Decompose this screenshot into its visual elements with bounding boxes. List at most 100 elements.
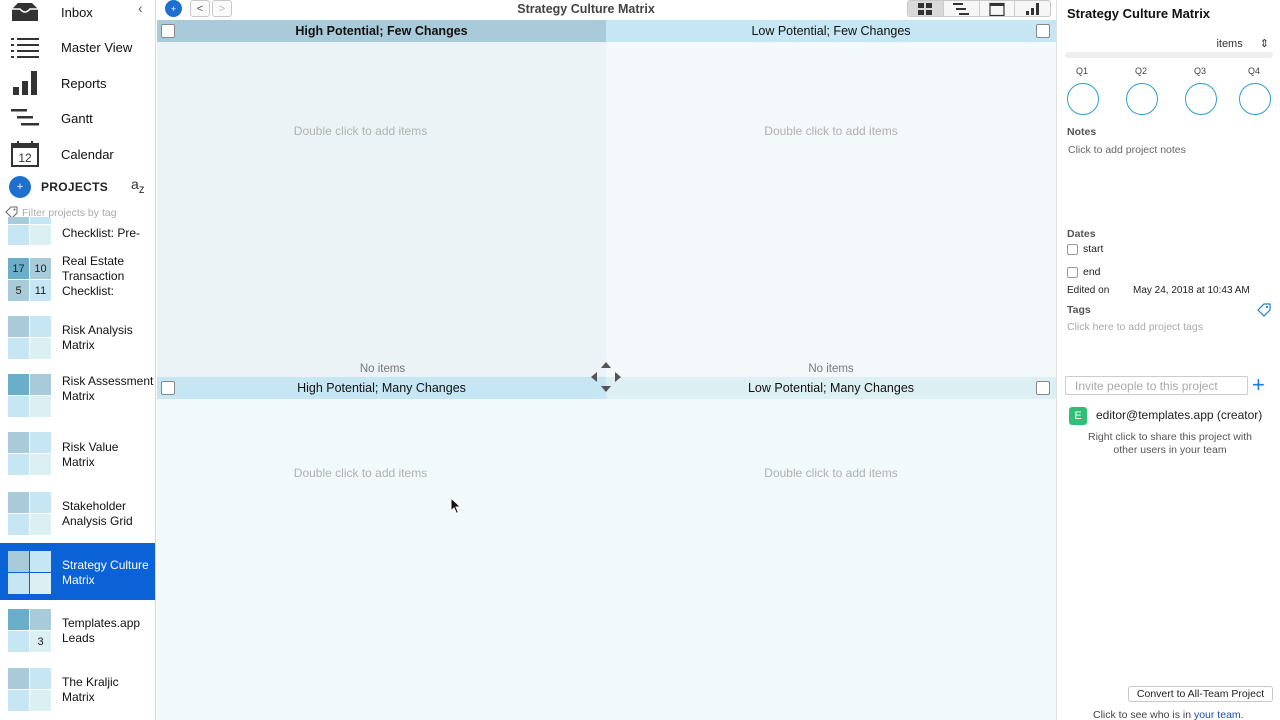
chevron-updown-icon: ⇕ [1259, 38, 1269, 50]
dates-label: Dates [1067, 228, 1096, 240]
nav-calendar[interactable]: 12 Calendar [0, 137, 155, 171]
q1-label: Q1 [1075, 66, 1088, 76]
project-thumbnail [8, 432, 51, 475]
quadrant-q4-checkbox[interactable] [1036, 381, 1050, 395]
quadrant-q1-title: High Potential; Few Changes [295, 24, 468, 38]
nav-gantt[interactable]: Gantt [0, 101, 155, 135]
items-select[interactable]: items ⇕ [1169, 37, 1269, 50]
inbox-icon [10, 0, 40, 26]
project-name: Real Estate Transaction Checklist: [62, 254, 125, 298]
quadrant-q2-hint: Double click to add items [764, 124, 898, 138]
nav-master-view[interactable]: Master View [0, 30, 155, 64]
project-name: Stakeholder Analysis Grid [62, 499, 133, 528]
convert-team-button[interactable]: Convert to All-Team Project [1128, 686, 1273, 702]
nav-master-view-label: Master View [61, 39, 133, 55]
q4-label: Q4 [1247, 66, 1260, 76]
end-date-checkbox[interactable] [1067, 267, 1078, 278]
tags-input[interactable]: Click here to add project tags [1067, 321, 1203, 333]
quadrant-q1-checkbox[interactable] [161, 24, 175, 38]
quadrant-q2-title: Low Potential; Few Changes [751, 24, 911, 38]
q3-label: Q3 [1193, 66, 1206, 76]
project-thumbnail [8, 668, 51, 711]
project-name: Checklist: Pre- [62, 226, 141, 240]
nav-reports[interactable]: Reports [0, 66, 155, 100]
project-thumbnail [8, 374, 51, 417]
calendar-icon: 12 [10, 140, 40, 168]
project-item[interactable]: Risk Assessment Matrix [0, 367, 155, 424]
mouse-cursor-icon [450, 496, 462, 518]
quadrant-q3[interactable]: High Potential; Many Changes Double clic… [157, 377, 606, 720]
start-date-checkbox[interactable] [1067, 244, 1078, 255]
quadrant-q2-checkbox[interactable] [1036, 24, 1050, 38]
project-item[interactable]: 3 Templates.app Leads [0, 601, 155, 658]
project-thumbnail: 3 [8, 609, 51, 652]
quadrant-q4[interactable]: Low Potential; Many Changes Double click… [606, 377, 1056, 720]
projects-title: PROJECTS [41, 180, 109, 194]
main-toolbar: + < > Strategy Culture Matrix [156, 0, 1056, 20]
project-thumbnail [8, 492, 51, 535]
project-name: Templates.app Leads [62, 616, 141, 645]
project-name: Risk Assessment Matrix [62, 374, 154, 403]
q2-circle[interactable] [1126, 83, 1158, 115]
project-item[interactable]: Risk Analysis Matrix [0, 309, 155, 366]
project-item[interactable]: Risk Value Matrix [0, 424, 155, 481]
nav-gantt-label: Gantt [61, 110, 93, 126]
bar-chart-icon [10, 69, 40, 97]
team-text: Click to see who is in [1093, 709, 1192, 720]
q3-circle[interactable] [1185, 83, 1217, 115]
sidebar: ‹ Inbox Master View Reports Gantt 12 Cal… [0, 0, 156, 720]
project-item[interactable]: The Kraljic Matrix [0, 660, 155, 717]
quadrant-q2[interactable]: Low Potential; Few Changes Double click … [606, 20, 1056, 377]
project-info-panel: Strategy Culture Matrix items ⇕ Q1 Q2 Q3… [1056, 0, 1280, 720]
nav-calendar-label: Calendar [61, 146, 114, 162]
project-item[interactable]: Checklist: Pre- [0, 217, 155, 245]
notes-input[interactable]: Click to add project notes [1068, 144, 1186, 156]
q1-circle[interactable] [1067, 83, 1099, 115]
document-title: Strategy Culture Matrix [517, 2, 655, 16]
nav-inbox[interactable]: Inbox [0, 0, 155, 29]
avatar: E [1069, 407, 1087, 425]
gantt-view-icon[interactable] [944, 1, 980, 16]
view-switcher [907, 0, 1051, 17]
progress-track [1065, 52, 1273, 58]
quadrant-q1[interactable]: High Potential; Few Changes Double click… [157, 20, 606, 377]
quadrant-q4-header: Low Potential; Many Changes [606, 377, 1056, 399]
share-hint: Right click to share this project with o… [1088, 431, 1252, 456]
tag-icon[interactable] [1257, 303, 1271, 320]
nav-reports-label: Reports [61, 75, 107, 91]
project-item-selected[interactable]: Strategy Culture Matrix [0, 543, 155, 600]
start-label: start [1083, 243, 1104, 255]
count-q4: 3 [30, 631, 51, 652]
matrix-view-icon[interactable] [908, 1, 944, 16]
quadrant-q1-header: High Potential; Few Changes [157, 20, 606, 42]
project-name: Risk Analysis Matrix [62, 323, 133, 352]
project-item[interactable]: 17 10 5 11 Real Estate Transaction Check… [0, 253, 155, 310]
team-link[interactable]: your team. [1194, 709, 1244, 720]
quadrant-q3-header: High Potential; Many Changes [157, 377, 606, 399]
add-project-button[interactable]: + [9, 176, 31, 198]
count-q2: 10 [30, 258, 51, 279]
list-icon [10, 33, 40, 61]
count-q1: 17 [8, 258, 29, 279]
edited-label: Edited on [1067, 285, 1110, 296]
invite-input[interactable] [1065, 376, 1248, 395]
report-view-icon[interactable] [1015, 1, 1050, 16]
add-person-icon[interactable]: + [1252, 372, 1265, 398]
sort-az-icon[interactable]: az [131, 176, 145, 196]
quadrant-q2-empty: No items [808, 363, 854, 375]
project-thumbnail [8, 217, 51, 245]
count-q3: 5 [8, 280, 29, 301]
project-name: The Kraljic Matrix [62, 675, 119, 704]
project-thumbnail [8, 316, 51, 359]
quadrant-q3-hint: Double click to add items [293, 466, 428, 480]
move-handle-icon[interactable] [590, 361, 622, 396]
notes-label: Notes [1067, 126, 1097, 138]
q4-circle[interactable] [1239, 83, 1271, 115]
quadrant-q4-title: Low Potential; Many Changes [747, 381, 915, 395]
quadrant-q2-header: Low Potential; Few Changes [606, 20, 1056, 42]
gantt-icon [10, 104, 40, 132]
calendar-view-icon[interactable] [980, 1, 1016, 16]
project-item[interactable]: Stakeholder Analysis Grid [0, 484, 155, 541]
quadrant-q3-checkbox[interactable] [161, 381, 175, 395]
project-thumbnail: 17 10 5 11 [8, 258, 51, 301]
